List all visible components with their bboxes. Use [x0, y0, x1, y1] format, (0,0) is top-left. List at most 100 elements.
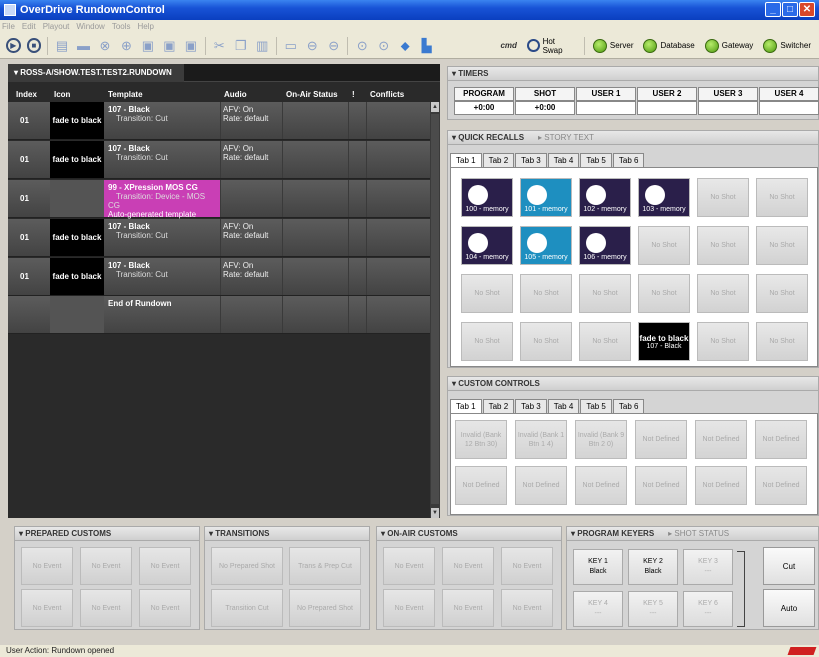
rundown-scrollbar[interactable]: ▲ ▼ — [430, 102, 440, 518]
open-folder-icon[interactable]: ▬ — [76, 38, 91, 54]
quick-recall-empty[interactable]: No Shot — [697, 178, 749, 217]
prepared-custom-event[interactable]: No Event — [139, 547, 191, 585]
menu-edit[interactable]: Edit — [22, 22, 36, 31]
keyer-button[interactable]: KEY 1 Black — [573, 549, 623, 585]
on-air-customs-header[interactable]: ▾ ON-AIR CUSTOMS — [377, 527, 561, 541]
col-template[interactable]: Template — [108, 90, 143, 99]
save-all-icon[interactable]: ▣ — [183, 38, 198, 54]
keyer-button[interactable]: KEY 2 Black — [628, 549, 678, 585]
on-air-custom-event[interactable]: No Event — [501, 589, 553, 627]
quick-recalls-header[interactable]: ▾ QUICK RECALLS ▸ STORY TEXT — [448, 131, 818, 145]
prepared-custom-event[interactable]: No Event — [21, 547, 73, 585]
on-air-custom-event[interactable]: No Event — [442, 589, 494, 627]
custom-control-button[interactable]: Not Defined — [755, 420, 807, 459]
gateway-status[interactable]: Gateway — [703, 36, 756, 56]
col-icon[interactable]: Icon — [54, 90, 70, 99]
up-icon[interactable]: ⊙ — [354, 38, 369, 54]
program-keyers-header[interactable]: ▾ PROGRAM KEYERS ▸ SHOT STATUS — [567, 527, 818, 541]
quick-recall-empty[interactable]: No Shot — [461, 322, 513, 361]
col-conflicts[interactable]: Conflicts — [370, 90, 404, 99]
quick-recall-memory[interactable]: 102 - memory — [579, 178, 631, 217]
tab-6[interactable]: Tab 6 — [612, 399, 645, 413]
scroll-thumb[interactable] — [431, 114, 439, 504]
quick-recall-empty[interactable]: No Shot — [697, 274, 749, 313]
transitions-header[interactable]: ▾ TRANSITIONS — [205, 527, 369, 541]
quick-recall-empty[interactable]: No Shot — [697, 322, 749, 361]
prepared-customs-header[interactable]: ▾ PREPARED CUSTOMS — [15, 527, 199, 541]
tab-1[interactable]: Tab 1 — [450, 153, 482, 167]
on-air-custom-event[interactable]: No Event — [501, 547, 553, 585]
quick-recall-empty[interactable]: No Shot — [579, 274, 631, 313]
transition-button[interactable]: Transition Cut — [211, 589, 283, 627]
device-icon[interactable]: ▙ — [419, 38, 434, 54]
tab-4[interactable]: Tab 4 — [547, 153, 580, 167]
unlink-icon[interactable]: ⊖ — [305, 38, 320, 54]
prepared-custom-event[interactable]: No Event — [139, 589, 191, 627]
scroll-down-icon[interactable]: ▼ — [431, 508, 439, 518]
rundown-row[interactable]: 01 fade to black 107 - Black Transition: Cu… — [8, 258, 432, 296]
stop-icon[interactable]: ■ — [26, 38, 42, 53]
custom-control-button[interactable]: Not Defined — [575, 466, 627, 505]
rundown-row[interactable]: 01 fade to black 107 - Black Transition: Cu… — [8, 219, 432, 257]
on-air-custom-event[interactable]: No Event — [383, 589, 435, 627]
keyer-button[interactable]: KEY 3 --- — [683, 549, 733, 585]
cut-icon[interactable]: ✂ — [212, 38, 227, 54]
custom-controls-header[interactable]: ▾ CUSTOM CONTROLS — [448, 377, 818, 391]
scroll-up-icon[interactable]: ▲ — [431, 102, 439, 112]
keyer-button[interactable]: KEY 6 --- — [683, 591, 733, 627]
quick-recall-empty[interactable]: No Shot — [461, 274, 513, 313]
custom-control-button[interactable]: Invalid (Bank 9 Btn 2 0) — [575, 420, 627, 459]
tab-6[interactable]: Tab 6 — [612, 153, 645, 167]
quick-recall-empty[interactable]: No Shot — [520, 274, 572, 313]
auto-button[interactable]: Auto — [763, 589, 815, 627]
close-rundown-icon[interactable]: ⊗ — [97, 38, 112, 54]
keyer-button[interactable]: KEY 4 --- — [573, 591, 623, 627]
custom-control-button[interactable]: Not Defined — [695, 420, 747, 459]
prepared-custom-event[interactable]: No Event — [21, 589, 73, 627]
minimize-button[interactable]: _ — [765, 2, 781, 17]
rundown-row[interactable]: 01 fade to black 107 - Black Transition: Cu… — [8, 141, 432, 179]
add-rundown-icon[interactable]: ⊕ — [119, 38, 134, 54]
custom-control-button[interactable]: Not Defined — [455, 466, 507, 505]
quick-recall-memory[interactable]: 104 - memory — [461, 226, 513, 265]
tab-5[interactable]: Tab 5 — [580, 399, 612, 413]
menu-file[interactable]: File — [2, 22, 15, 31]
copy-icon[interactable]: ❐ — [233, 38, 248, 54]
quick-recall-memory[interactable]: 100 - memory — [461, 178, 513, 217]
menu-window[interactable]: Window — [76, 22, 104, 31]
prepared-shot-slot-2[interactable]: No Prepared Shot — [289, 589, 361, 627]
tab-2[interactable]: Tab 2 — [482, 399, 515, 413]
shot-status-tab[interactable]: ▸ SHOT STATUS — [668, 529, 729, 538]
quick-recall-memory[interactable]: 105 - memory — [520, 226, 572, 265]
link-icon[interactable]: ▭ — [283, 38, 298, 54]
tab-4[interactable]: Tab 4 — [547, 399, 580, 413]
switcher-status[interactable]: Switcher — [761, 36, 813, 56]
quick-recall-empty[interactable]: No Shot — [756, 226, 808, 265]
tab-2[interactable]: Tab 2 — [482, 153, 515, 167]
story-text-tab[interactable]: ▸ STORY TEXT — [538, 133, 594, 142]
close-button[interactable]: ✕ — [799, 2, 815, 17]
hot-swap-button[interactable]: Hot Swap — [525, 36, 578, 56]
cut-button[interactable]: Cut — [763, 547, 815, 585]
end-of-rundown-row[interactable]: End of Rundown — [8, 296, 432, 334]
prepared-custom-event[interactable]: No Event — [80, 589, 132, 627]
down-icon[interactable]: ⊙ — [376, 38, 391, 54]
dropdown-icon[interactable]: ⬥ — [397, 38, 412, 54]
rundown-row[interactable]: 01 99 - XPression MOS CG Transition: Devic… — [8, 180, 432, 219]
menu-playout[interactable]: Playout — [43, 22, 70, 31]
timers-header[interactable]: ▾ TIMERS — [448, 67, 818, 81]
on-air-custom-event[interactable]: No Event — [442, 547, 494, 585]
custom-control-button[interactable]: Not Defined — [695, 466, 747, 505]
tab-1[interactable]: Tab 1 — [450, 399, 482, 413]
quick-recall-memory[interactable]: 101 - memory — [520, 178, 572, 217]
custom-control-button[interactable]: Invalid (Bank 12 Btn 30) — [455, 420, 507, 459]
tab-3[interactable]: Tab 3 — [515, 399, 547, 413]
quick-recall-empty[interactable]: No Shot — [638, 274, 690, 313]
prepared-custom-event[interactable]: No Event — [80, 547, 132, 585]
paste-icon[interactable]: ▥ — [255, 38, 270, 54]
database-status[interactable]: Database — [641, 36, 696, 56]
col-alert[interactable]: ! — [352, 90, 355, 99]
trans-and-prep-button[interactable]: Trans & Prep Cut — [289, 547, 361, 585]
maximize-button[interactable]: □ — [782, 2, 798, 17]
quick-recall-empty[interactable]: No Shot — [638, 226, 690, 265]
